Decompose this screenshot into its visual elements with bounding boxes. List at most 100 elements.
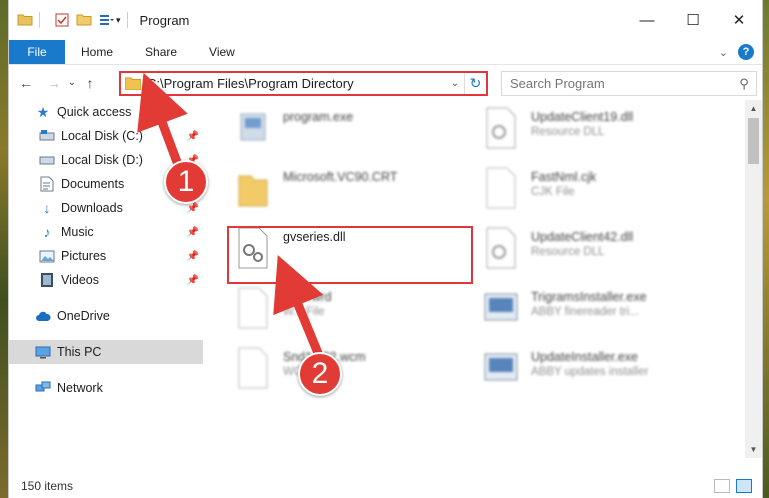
search-box[interactable]: ⚲ — [501, 71, 757, 96]
dll-gear-icon — [486, 227, 516, 269]
nav-label: Documents — [61, 177, 125, 191]
customize-toolbar-icon[interactable] — [98, 12, 114, 28]
file-item[interactable]: program.exe — [233, 104, 473, 160]
address-path[interactable]: C:\Program Files\Program Directory — [147, 76, 446, 91]
desktop-background-right — [763, 0, 769, 498]
help-icon[interactable]: ? — [738, 44, 754, 60]
nav-videos[interactable]: Videos 📌 — [9, 268, 203, 292]
folder-icon — [125, 77, 141, 90]
nav-label: Local Disk (D:) — [61, 153, 143, 167]
ribbon-tabs: File Home Share View ⌄ ? — [9, 40, 762, 64]
nav-music[interactable]: ♪ Music 📌 — [9, 220, 203, 244]
file-icon — [238, 347, 268, 389]
music-icon: ♪ — [43, 224, 51, 240]
file-name: UpdateClient19.dll — [531, 110, 634, 124]
nav-this-pc[interactable]: This PC — [9, 340, 203, 364]
item-count: 150 items — [21, 479, 74, 493]
step-badge-2: 2 — [298, 352, 342, 396]
details-view-icon[interactable] — [714, 479, 730, 493]
tab-share[interactable]: Share — [129, 40, 193, 64]
navigation-bar: ← → ⌄ ↑ C:\Program Files\Program Directo… — [9, 64, 762, 100]
file-type: ABBY updates installer — [531, 366, 649, 378]
pin-icon[interactable]: 📌 — [187, 275, 199, 286]
nav-onedrive[interactable]: OneDrive — [9, 304, 203, 328]
file-name: A...c.wrd — [283, 290, 332, 304]
file-item[interactable]: FastNml.cjk CJK File — [481, 164, 721, 220]
ribbon-right: ⌄ ? — [719, 44, 754, 60]
view-toggle — [714, 479, 752, 493]
nav-local-disk-c[interactable]: Local Disk (C:) 📌 — [9, 124, 203, 148]
nav-label: Pictures — [61, 249, 107, 263]
nav-label: Network — [57, 381, 103, 395]
file-item[interactable]: Snd1...32.wcmWC... File — [233, 344, 473, 400]
file-list: program.exe Microsoft.VC90.CRT gvseries.… — [219, 100, 739, 455]
vertical-scrollbar[interactable]: ▲ ▼ — [745, 100, 762, 458]
pin-icon[interactable]: 📌 — [187, 227, 199, 238]
documents-icon — [39, 176, 55, 192]
pin-icon[interactable]: 📌 — [187, 131, 199, 142]
installer-icon — [484, 353, 518, 381]
drive-icon — [39, 128, 55, 144]
divider — [126, 12, 128, 28]
nav-quick-access[interactable]: ★ Quick access — [9, 100, 203, 124]
window-controls: — ☐ ✕ — [624, 0, 762, 40]
nav-label: This PC — [57, 345, 102, 359]
videos-icon — [39, 272, 55, 288]
file-name: UpdateClient42.dll — [531, 230, 634, 244]
pictures-icon — [39, 248, 55, 264]
divider — [39, 12, 40, 28]
large-icons-view-icon[interactable] — [736, 479, 752, 493]
close-button[interactable]: ✕ — [716, 0, 762, 40]
file-item[interactable]: TrigramsInstaller.exe ABBY finereader tri… — [481, 284, 721, 340]
file-name: TrigramsInstaller.exe — [531, 290, 647, 304]
new-folder-icon[interactable] — [76, 12, 92, 28]
nav-label: Music — [61, 225, 94, 239]
address-bar[interactable]: C:\Program Files\Program Directory ⌄ ↻ — [119, 71, 488, 96]
search-icon[interactable]: ⚲ — [732, 76, 756, 92]
computer-icon — [35, 344, 51, 360]
star-icon: ★ — [36, 103, 50, 120]
navigation-pane: ★ Quick access Local Disk (C:) 📌 Local D… — [9, 100, 203, 458]
scroll-down-icon[interactable]: ▼ — [745, 441, 762, 458]
file-name: Microsoft.VC90.CRT — [283, 170, 398, 184]
step-badge-1: 1 — [164, 160, 208, 204]
scroll-thumb[interactable] — [748, 118, 759, 164]
forward-button[interactable]: → — [43, 75, 65, 91]
tab-view[interactable]: View — [193, 40, 251, 64]
file-item[interactable]: A...c.wrd W... File — [233, 284, 473, 340]
window-title: Program — [139, 12, 190, 28]
pin-icon[interactable]: 📌 — [187, 251, 199, 262]
refresh-button[interactable]: ↻ — [464, 73, 486, 94]
nav-label: Local Disk (C:) — [61, 129, 143, 143]
tab-file[interactable]: File — [9, 40, 65, 64]
explorer-window: ▾ Program — ☐ ✕ File Home Share View ⌄ ?… — [8, 0, 763, 498]
back-button[interactable]: ← — [15, 75, 37, 91]
file-item[interactable]: Microsoft.VC90.CRT — [233, 164, 473, 220]
expand-ribbon-icon[interactable]: ⌄ — [719, 46, 728, 59]
properties-icon[interactable] — [54, 12, 70, 28]
exe-icon — [240, 113, 266, 141]
nav-network[interactable]: Network — [9, 376, 203, 400]
nav-pictures[interactable]: Pictures 📌 — [9, 244, 203, 268]
search-input[interactable] — [510, 76, 720, 91]
file-item[interactable]: UpdateClient19.dll Resource DLL — [481, 104, 721, 160]
file-type: Resource DLL — [531, 126, 605, 138]
pin-icon[interactable]: 📌 — [187, 203, 199, 214]
file-type: ABBY finereader tri... — [531, 306, 639, 318]
file-type: Resource DLL — [531, 246, 605, 258]
status-bar: 150 items — [9, 474, 762, 498]
nav-label: Downloads — [61, 201, 123, 215]
minimize-button[interactable]: — — [624, 0, 670, 40]
scroll-up-icon[interactable]: ▲ — [745, 100, 762, 117]
recent-locations-button[interactable]: ⌄ — [65, 77, 79, 88]
address-dropdown-icon[interactable]: ⌄ — [446, 78, 464, 89]
up-button[interactable]: ↑ — [79, 75, 101, 91]
tab-home[interactable]: Home — [65, 40, 129, 64]
file-item[interactable]: UpdateClient42.dll Resource DLL — [481, 224, 721, 280]
maximize-button[interactable]: ☐ — [670, 0, 716, 40]
nav-label: Quick access — [57, 105, 132, 119]
dropdown-icon[interactable]: ▾ — [116, 15, 121, 26]
file-item[interactable]: UpdateInstaller.exe ABBY updates installe… — [481, 344, 721, 400]
